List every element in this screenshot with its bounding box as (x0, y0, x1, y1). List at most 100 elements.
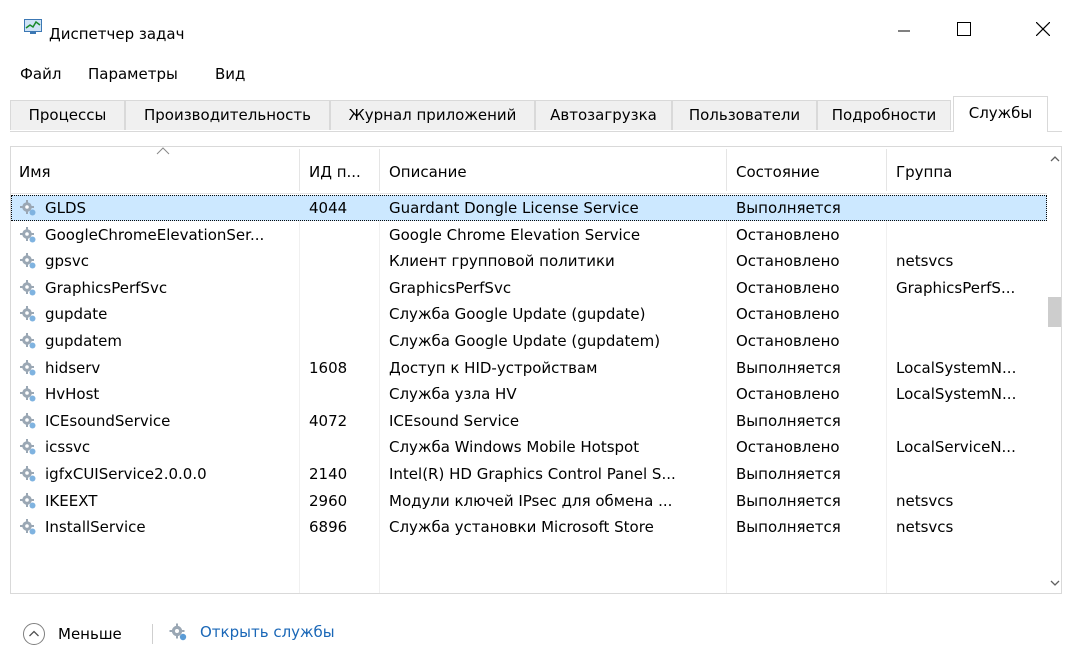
service-pid: 1608 (309, 358, 348, 377)
chevron-down-icon (1050, 580, 1060, 586)
service-name: GLDS (45, 199, 87, 217)
menu-bar: Файл Параметры Вид (0, 58, 1070, 90)
column-divider[interactable] (726, 149, 727, 191)
service-status: Остановлено (736, 332, 840, 350)
scrollbar-thumb[interactable] (1048, 297, 1061, 327)
service-gear-icon (19, 332, 37, 350)
service-status: Выполняется (736, 411, 841, 430)
service-status: Остановлено (736, 225, 840, 244)
table-header: Имя ИД п... Описание Состояние Группа (11, 147, 1047, 194)
table-row[interactable]: GraphicsPerfSvc GraphicsPerfSvc Остановлен… (11, 275, 1047, 301)
table-row[interactable]: InstallService 6896 Служба установки Micro… (11, 514, 1047, 540)
close-icon (1036, 22, 1050, 36)
service-pid: 6896 (309, 518, 348, 537)
scroll-down-button[interactable] (1047, 571, 1061, 593)
service-gear-icon (19, 438, 37, 456)
service-gear-icon (19, 385, 37, 403)
fewer-details-label: Меньше (58, 625, 122, 643)
service-gear-icon (19, 252, 37, 270)
tab-strip: Процессы Производительность Журнал прило… (10, 96, 1062, 134)
maximize-button[interactable] (940, 0, 988, 58)
table-row[interactable]: hidserv 1608 Доступ к HID-устройствам Выпол… (11, 355, 1047, 381)
service-group: netsvcs (896, 518, 954, 537)
service-description: Доступ к HID-устройствам (389, 358, 598, 377)
service-pid: 4072 (309, 411, 348, 430)
tab-app-history[interactable]: Журнал приложений (330, 100, 535, 130)
service-name: gupdatem (45, 332, 122, 350)
service-description: GraphicsPerfSvc (389, 278, 512, 297)
service-group: GraphicsPerfS... (896, 278, 1016, 297)
service-status: Выполняется (736, 358, 841, 377)
table-row[interactable]: GLDS 4044 Guardant Dongle License Service В… (11, 195, 1047, 221)
sort-ascending-icon (156, 147, 170, 155)
services-pane: Имя ИД п... Описание Состояние Группа GL… (10, 146, 1062, 594)
minimize-icon (898, 30, 910, 32)
service-pid: 2140 (309, 465, 348, 483)
column-divider[interactable] (379, 149, 380, 191)
service-group: netsvcs (896, 491, 954, 510)
service-name: icssvc (45, 438, 91, 457)
fewer-details-button[interactable]: Меньше (22, 622, 122, 646)
service-description: Служба установки Microsoft Store (389, 518, 654, 537)
table-row[interactable]: gupdatem Служба Google Update (gupdatem) О… (11, 328, 1047, 354)
column-header-description[interactable]: Описание (389, 163, 467, 181)
service-status: Выполняется (736, 465, 841, 483)
service-description: Служба Google Update (gupdatem) (389, 332, 661, 350)
service-pid: 2960 (309, 491, 348, 510)
service-status: Остановлено (736, 438, 840, 457)
service-group: LocalSystemN... (896, 385, 1017, 404)
column-header-group[interactable]: Группа (896, 163, 952, 181)
menu-options[interactable]: Параметры (88, 65, 178, 83)
table-row[interactable]: igfxCUIService2.0.0.0 2140 Intel(R) HD Gra… (11, 461, 1047, 487)
tab-processes[interactable]: Процессы (10, 100, 125, 130)
tab-details[interactable]: Подробности (817, 100, 951, 130)
service-gear-icon (169, 623, 187, 641)
title-bar: Диспетчер задач (0, 0, 1070, 58)
service-gear-icon (19, 412, 37, 430)
table-row[interactable]: HvHost Служба узла HV Остановлено LocalSyst… (11, 381, 1047, 407)
service-gear-icon (19, 305, 37, 323)
task-manager-icon (24, 19, 42, 34)
table-row[interactable]: gpsvc Клиент групповой политики Остановлен… (11, 248, 1047, 274)
service-status: Остановлено (736, 278, 840, 297)
menu-file[interactable]: Файл (20, 65, 61, 83)
column-divider[interactable] (886, 149, 887, 191)
service-status: Остановлено (736, 252, 840, 271)
open-services-label: Открыть службы (200, 623, 335, 641)
tab-users[interactable]: Пользователи (672, 100, 817, 130)
column-header-pid[interactable]: ИД п... (309, 163, 361, 181)
service-name: gupdate (45, 305, 108, 324)
service-gear-icon (19, 465, 37, 483)
service-name: GoogleChromeElevationSer... (45, 225, 265, 244)
close-button[interactable] (1016, 0, 1070, 58)
column-divider[interactable] (299, 149, 300, 191)
service-gear-icon (19, 518, 37, 536)
service-status: Выполняется (736, 199, 841, 217)
column-header-name[interactable]: Имя (19, 163, 51, 181)
service-name: GraphicsPerfSvc (45, 278, 168, 297)
tab-startup[interactable]: Автозагрузка (535, 100, 672, 130)
service-description: Служба узла HV (389, 385, 517, 404)
open-services-link[interactable]: Открыть службы (168, 622, 335, 642)
column-header-status[interactable]: Состояние (736, 163, 820, 181)
service-group: LocalSystemN... (896, 358, 1017, 377)
service-group: LocalServiceN... (896, 438, 1016, 457)
service-name: ICEsoundService (45, 411, 171, 430)
scroll-up-button[interactable] (1047, 147, 1061, 171)
table-row[interactable]: GoogleChromeElevationSer... Google Chrome… (11, 222, 1047, 248)
footer-divider (152, 624, 153, 644)
menu-view[interactable]: Вид (215, 65, 245, 83)
table-row[interactable]: icssvc Служба Windows Mobile Hotspot Остан… (11, 434, 1047, 460)
service-description: Модули ключей IPsec для обмена ... (389, 491, 673, 510)
tab-services[interactable]: Службы (953, 96, 1048, 132)
service-name: IKEEXT (45, 491, 98, 510)
service-status: Выполняется (736, 518, 841, 537)
service-name: gpsvc (45, 252, 89, 271)
table-row[interactable]: ICEsoundService 4072 ICEsound Service Выпол… (11, 408, 1047, 434)
tab-performance[interactable]: Производительность (125, 100, 330, 130)
service-description: Служба Google Update (gupdate) (389, 305, 646, 324)
table-row[interactable]: IKEEXT 2960 Модули ключей IPsec для обмена… (11, 488, 1047, 514)
minimize-button[interactable] (880, 0, 928, 58)
vertical-scrollbar[interactable] (1047, 147, 1061, 593)
table-row[interactable]: gupdate Служба Google Update (gupdate) Ост… (11, 301, 1047, 327)
